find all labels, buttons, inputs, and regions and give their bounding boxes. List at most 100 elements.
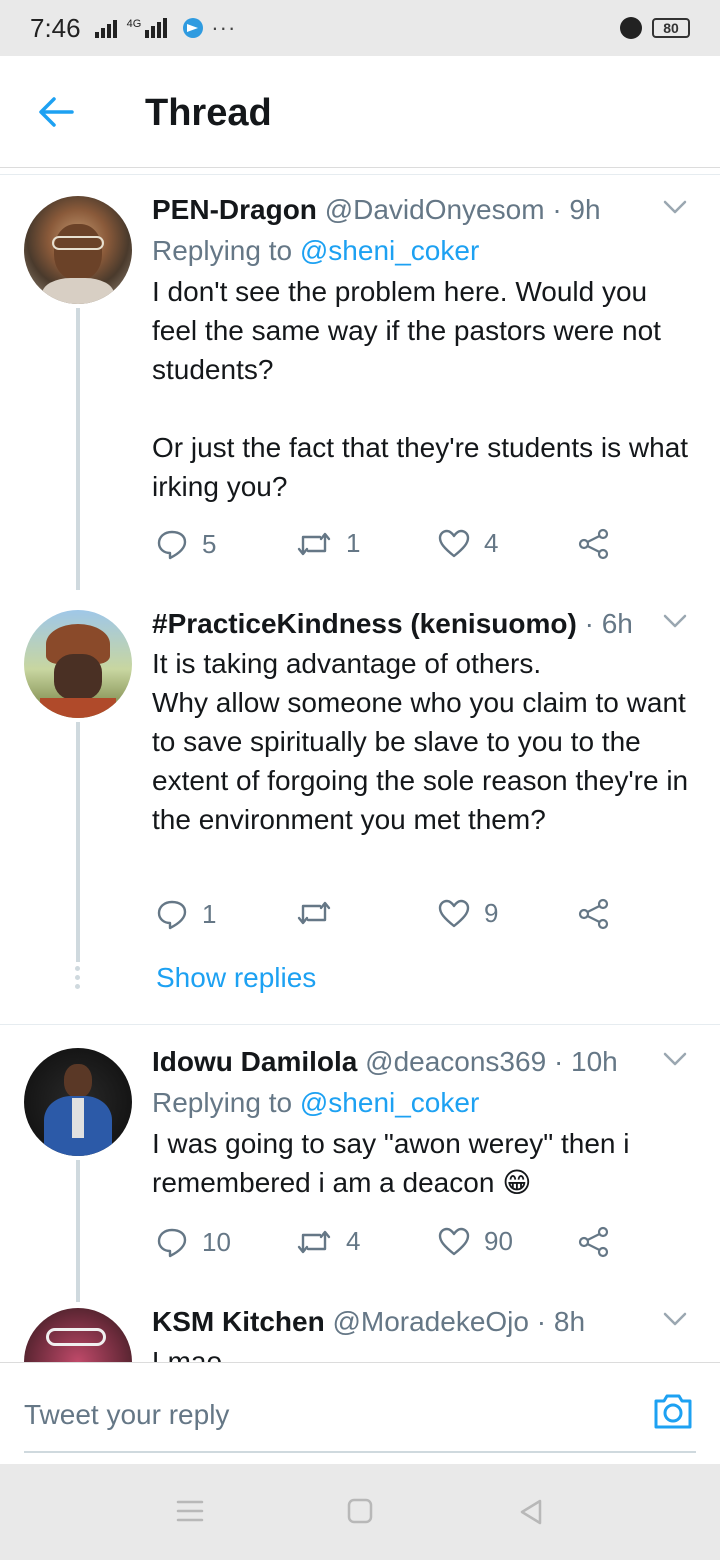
like-count: 4 bbox=[484, 528, 499, 558]
reply-composer: Tweet your reply bbox=[0, 1362, 720, 1464]
retweet-count: 1 bbox=[346, 528, 361, 558]
timestamp: · 10h bbox=[553, 1046, 618, 1077]
grinning-emoji: 😁 bbox=[502, 1167, 532, 1198]
avatar[interactable] bbox=[24, 1048, 132, 1156]
like-button[interactable]: 4 bbox=[438, 528, 498, 559]
tweet[interactable]: KSM Kitchen @MoradekeOjo · 8h Lmao bbox=[0, 1302, 720, 1362]
chevron-down-icon[interactable] bbox=[662, 1046, 688, 1072]
timestamp: · 6h bbox=[584, 608, 633, 639]
thread-line bbox=[76, 722, 80, 962]
reply-icon bbox=[157, 1228, 187, 1258]
reply-count: 5 bbox=[202, 528, 217, 559]
replying-to: Replying to @sheni_coker bbox=[152, 232, 696, 270]
tweet[interactable]: Idowu Damilola @deacons369 · 10h Replyin… bbox=[0, 1040, 720, 1302]
telegram-icon bbox=[183, 18, 204, 38]
avatar[interactable] bbox=[24, 610, 132, 718]
signal-icon bbox=[94, 18, 119, 38]
retweet-icon bbox=[297, 901, 331, 925]
tweet-header: Idowu Damilola @deacons369 · 10h bbox=[152, 1044, 696, 1080]
more-replies-dots bbox=[74, 966, 82, 993]
status-time: 7:46 bbox=[30, 12, 81, 43]
tweet-actions: 5 1 4 bbox=[152, 528, 632, 568]
camera-icon[interactable] bbox=[652, 1391, 694, 1431]
chevron-down-icon[interactable] bbox=[662, 608, 688, 634]
share-button[interactable] bbox=[578, 528, 610, 560]
display-name[interactable]: #PracticeKindness (kenisuomo) bbox=[152, 608, 577, 639]
share-icon bbox=[578, 1226, 609, 1258]
like-button[interactable]: 9 bbox=[438, 898, 498, 929]
display-name[interactable]: KSM Kitchen bbox=[152, 1306, 325, 1337]
chevron-down-icon[interactable] bbox=[662, 194, 688, 220]
network-type: 4G bbox=[126, 18, 142, 30]
replying-to: Replying to @sheni_coker bbox=[152, 1084, 696, 1122]
heart-icon bbox=[438, 529, 470, 557]
retweet-count: 4 bbox=[346, 1226, 361, 1256]
square-home-icon[interactable] bbox=[347, 1498, 373, 1524]
reply-input[interactable]: Tweet your reply bbox=[24, 1399, 229, 1431]
like-button[interactable]: 90 bbox=[438, 1226, 513, 1257]
reply-count: 10 bbox=[202, 1226, 231, 1257]
reply-count: 1 bbox=[202, 898, 217, 929]
app-header: Thread bbox=[0, 56, 720, 168]
mention-link[interactable]: @sheni_coker bbox=[300, 235, 479, 266]
chevron-down-icon[interactable] bbox=[662, 1306, 688, 1332]
retweet-button[interactable]: 4 bbox=[296, 1226, 360, 1257]
handle[interactable]: @DavidOnyesom bbox=[325, 194, 545, 225]
system-nav-bar bbox=[0, 1464, 720, 1560]
reply-icon bbox=[157, 530, 187, 560]
status-bar: 7:46 4G ··· 80 bbox=[0, 0, 720, 56]
replying-to-label: Replying to bbox=[152, 1087, 300, 1118]
reply-button[interactable]: 10 bbox=[156, 1226, 231, 1258]
menu-icon[interactable] bbox=[176, 1498, 204, 1524]
handle[interactable]: @MoradekeOjo bbox=[332, 1306, 529, 1337]
tweet-text: I don't see the problem here. Would you … bbox=[152, 276, 689, 502]
timestamp: · 8h bbox=[536, 1306, 586, 1337]
page-title: Thread bbox=[145, 92, 272, 134]
replying-to-label: Replying to bbox=[152, 235, 300, 266]
tweet-actions: 10 4 90 bbox=[152, 1226, 632, 1266]
triangle-back-icon[interactable] bbox=[518, 1498, 544, 1526]
thread-line bbox=[76, 308, 80, 590]
mention-link[interactable]: @sheni_coker bbox=[300, 1087, 479, 1118]
battery-icon: 80 bbox=[652, 18, 690, 38]
tweet-text: I was going to say "awon werey" then i r… bbox=[152, 1128, 630, 1198]
more-notifications-icon: ··· bbox=[211, 15, 237, 40]
display-name[interactable]: PEN-Dragon bbox=[152, 194, 317, 225]
reply-button[interactable]: 5 bbox=[156, 528, 216, 560]
retweet-icon bbox=[297, 1230, 331, 1253]
like-count: 90 bbox=[484, 1226, 513, 1256]
retweet-icon bbox=[297, 532, 331, 555]
tweet-header: PEN-Dragon @DavidOnyesom · 9h bbox=[152, 192, 696, 228]
alarm-icon bbox=[620, 17, 642, 39]
signal-icon-2 bbox=[145, 18, 169, 38]
share-button[interactable] bbox=[578, 1226, 610, 1258]
heart-icon bbox=[438, 1227, 470, 1255]
tweet-text-container: I was going to say "awon werey" then i r… bbox=[152, 1124, 696, 1202]
timestamp: · 9h bbox=[552, 194, 601, 225]
tweet-header: KSM Kitchen @MoradekeOjo · 8h bbox=[152, 1304, 696, 1340]
tweet-text: Lmao bbox=[152, 1346, 223, 1362]
tweet[interactable]: PEN-Dragon @DavidOnyesom · 9h Replying t… bbox=[0, 188, 720, 590]
heart-icon bbox=[438, 899, 470, 927]
retweet-button[interactable] bbox=[296, 898, 346, 928]
tweet[interactable]: #PracticeKindness (kenisuomo) · 6h It is… bbox=[0, 600, 720, 1022]
tweet-text: It is taking advantage of others. Why al… bbox=[152, 648, 689, 835]
handle[interactable]: @deacons369 bbox=[365, 1046, 546, 1077]
divider bbox=[0, 1024, 720, 1025]
tweet-header: #PracticeKindness (kenisuomo) · 6h bbox=[152, 606, 696, 642]
like-count: 9 bbox=[484, 898, 499, 928]
tweet-actions: 1 9 bbox=[152, 898, 632, 938]
reply-icon bbox=[157, 900, 187, 930]
share-button[interactable] bbox=[578, 898, 610, 930]
share-icon bbox=[578, 898, 609, 930]
input-underline bbox=[24, 1451, 696, 1453]
divider bbox=[0, 174, 720, 175]
thread-line bbox=[76, 1160, 80, 1302]
arrow-left-icon[interactable] bbox=[36, 94, 76, 130]
show-replies-link[interactable]: Show replies bbox=[156, 962, 316, 994]
avatar[interactable] bbox=[24, 196, 132, 304]
reply-button[interactable]: 1 bbox=[156, 898, 216, 930]
avatar[interactable] bbox=[24, 1308, 132, 1362]
display-name[interactable]: Idowu Damilola bbox=[152, 1046, 357, 1077]
retweet-button[interactable]: 1 bbox=[296, 528, 360, 559]
